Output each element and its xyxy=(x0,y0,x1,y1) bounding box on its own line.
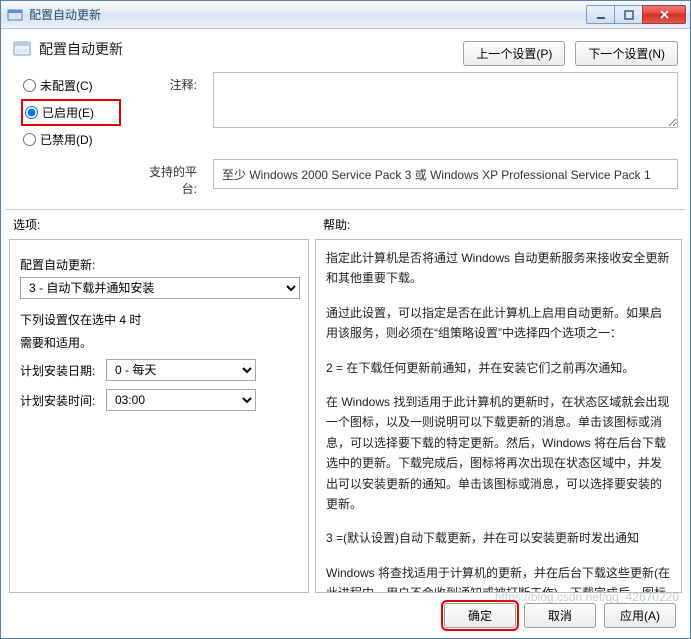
help-p6: Windows 将查找适用于计算机的更新，并在后台下载这些更新(在此进程中，用户… xyxy=(326,563,671,593)
install-time-label: 计划安装时间: xyxy=(20,392,98,409)
help-label: 帮助: xyxy=(323,216,678,233)
divider xyxy=(5,209,686,210)
radio-not-configured[interactable]: 未配置(C) xyxy=(21,72,121,99)
comment-label: 注释: xyxy=(137,72,197,153)
options-label: 选项: xyxy=(13,216,323,233)
note-line1: 下列设置仅在选中 4 时 xyxy=(20,311,298,328)
footer: 确定 取消 应用(A) xyxy=(1,593,690,638)
app-icon xyxy=(7,7,23,23)
header: 配置自动更新 上一个设置(P) 下一个设置(N) xyxy=(1,29,690,72)
cancel-button[interactable]: 取消 xyxy=(524,603,596,628)
radio-enabled[interactable]: 已启用(E) xyxy=(21,99,121,126)
help-p1: 指定此计算机是否将通过 Windows 自动更新服务来接收安全更新和其他重要下载… xyxy=(326,248,671,289)
minimize-button[interactable] xyxy=(586,5,615,24)
platform-box: 至少 Windows 2000 Service Pack 3 或 Windows… xyxy=(213,159,678,189)
ok-button[interactable]: 确定 xyxy=(444,603,516,628)
help-panel[interactable]: 指定此计算机是否将通过 Windows 自动更新服务来接收安全更新和其他重要下载… xyxy=(315,239,682,593)
mid-labels: 选项: 帮助: xyxy=(1,216,690,239)
window-title: 配置自动更新 xyxy=(29,6,587,23)
config-update-select[interactable]: 3 - 自动下载并通知安装 xyxy=(20,277,300,299)
help-p3: 2 = 在下载任何更新前通知，并在安装它们之前再次通知。 xyxy=(326,358,671,378)
radio-group: 未配置(C) 已启用(E) 已禁用(D) xyxy=(21,72,121,153)
titlebar: 配置自动更新 xyxy=(1,1,690,29)
comment-textarea[interactable] xyxy=(213,72,678,128)
config-row: 未配置(C) 已启用(E) 已禁用(D) 注释: xyxy=(1,72,690,157)
options-panel: 配置自动更新: 3 - 自动下载并通知安装 下列设置仅在选中 4 时 需要和适用… xyxy=(9,239,309,593)
install-day-label: 计划安装日期: xyxy=(20,362,98,379)
help-p2: 通过此设置，可以指定是否在此计算机上启用自动更新。如果启用该服务，则必须在“组策… xyxy=(326,303,671,344)
apply-button[interactable]: 应用(A) xyxy=(604,603,676,628)
radio-disabled-input[interactable] xyxy=(23,133,36,146)
install-time-select[interactable]: 03:00 xyxy=(106,389,256,411)
note-line2: 需要和适用。 xyxy=(20,334,298,351)
window-buttons xyxy=(587,5,686,24)
platform-row: 支持的平台: 至少 Windows 2000 Service Pack 3 或 … xyxy=(1,157,690,203)
install-day-select[interactable]: 0 - 每天 xyxy=(106,359,256,381)
config-update-label: 配置自动更新: xyxy=(20,256,298,273)
maximize-button[interactable] xyxy=(614,5,643,24)
panels: 配置自动更新: 3 - 自动下载并通知安装 下列设置仅在选中 4 时 需要和适用… xyxy=(1,239,690,593)
radio-enabled-label: 已启用(E) xyxy=(42,104,94,121)
next-setting-button[interactable]: 下一个设置(N) xyxy=(575,41,678,66)
radio-disabled[interactable]: 已禁用(D) xyxy=(21,126,121,153)
close-button[interactable] xyxy=(642,5,686,24)
help-p5: 3 =(默认设置)自动下载更新，并在可以安装更新时发出通知 xyxy=(326,528,671,548)
help-p4: 在 Windows 找到适用于此计算机的更新时，在状态区域就会出现一个图标，以及… xyxy=(326,392,671,514)
radio-disabled-label: 已禁用(D) xyxy=(40,131,93,148)
radio-not-configured-input[interactable] xyxy=(23,79,36,92)
page-title: 配置自动更新 xyxy=(39,39,123,59)
radio-enabled-input[interactable] xyxy=(25,106,38,119)
policy-icon xyxy=(13,40,31,58)
platform-label: 支持的平台: xyxy=(137,159,197,197)
radio-not-configured-label: 未配置(C) xyxy=(40,77,93,94)
prev-setting-button[interactable]: 上一个设置(P) xyxy=(463,41,565,66)
